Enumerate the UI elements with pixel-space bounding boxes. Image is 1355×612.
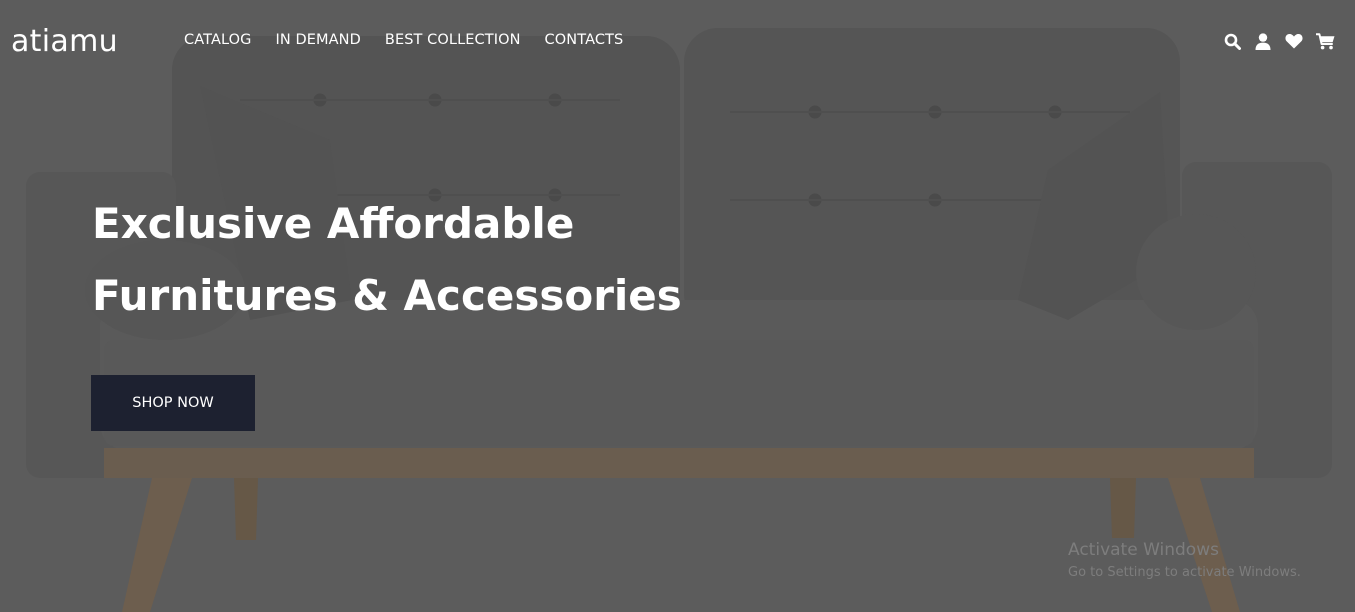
watermark-subtitle: Go to Settings to activate Windows. xyxy=(1068,565,1301,580)
windows-activation-watermark: Activate Windows Go to Settings to activ… xyxy=(1068,540,1301,586)
hero-section: atiamu CATALOG IN DEMAND BEST COLLECTION… xyxy=(0,0,1355,612)
shop-now-button[interactable]: SHOP NOW xyxy=(91,375,255,431)
user-icon[interactable] xyxy=(1253,32,1273,50)
top-navbar: atiamu CATALOG IN DEMAND BEST COLLECTION… xyxy=(0,0,1355,82)
nav-link-best-collection[interactable]: BEST COLLECTION xyxy=(385,32,521,48)
heart-icon[interactable] xyxy=(1284,32,1304,50)
cart-icon[interactable] xyxy=(1315,32,1335,50)
nav-link-catalog[interactable]: CATALOG xyxy=(184,32,251,48)
nav-link-in-demand[interactable]: IN DEMAND xyxy=(275,32,360,48)
hero-headline-line-1: Exclusive Affordable xyxy=(92,199,575,248)
watermark-title: Activate Windows xyxy=(1068,540,1219,560)
nav-icons xyxy=(1211,32,1335,50)
nav-link-contacts[interactable]: CONTACTS xyxy=(545,32,624,48)
hero-headline-line-2: Furnitures & Accessories xyxy=(92,271,682,320)
nav-links: CATALOG IN DEMAND BEST COLLECTION CONTAC… xyxy=(184,32,647,48)
hero-headline: Exclusive Affordable Furnitures & Access… xyxy=(92,188,732,332)
brand-logo[interactable]: atiamu xyxy=(11,24,118,59)
search-icon[interactable] xyxy=(1222,32,1242,50)
